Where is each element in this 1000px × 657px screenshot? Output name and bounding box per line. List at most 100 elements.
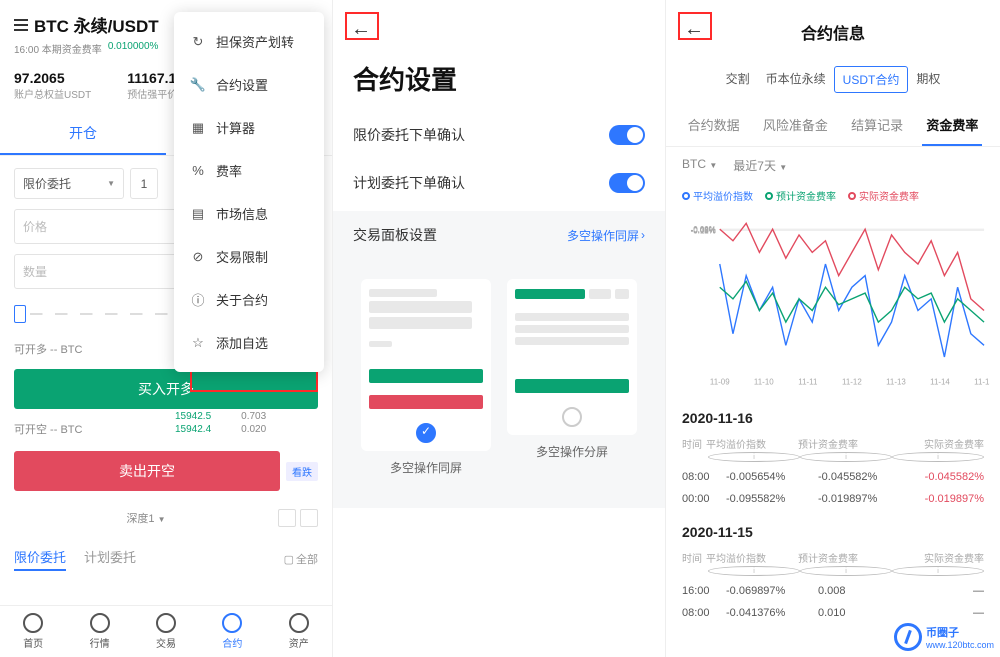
bear-tag[interactable]: 看跌 — [286, 462, 318, 481]
menu-icon: ☆ — [190, 335, 206, 351]
wallet-icon — [289, 613, 309, 633]
table-header: 时间 平均溢价指数i 预计资金费率i 实际资金费率i — [666, 546, 1000, 580]
nav-trade[interactable]: 交易 — [156, 613, 176, 650]
orderbook-layout-icons[interactable] — [278, 509, 318, 527]
menu-item[interactable]: ▦计算器 — [174, 106, 324, 149]
menu-item[interactable]: ⓘ关于合约 — [174, 278, 324, 321]
menu-icon[interactable] — [14, 19, 28, 31]
plan-confirm-toggle[interactable] — [609, 173, 645, 193]
svg-text:11-12: 11-12 — [842, 377, 862, 386]
menu-icon: ⓘ — [190, 292, 206, 308]
range-filter[interactable]: 最近7天 ▼ — [733, 157, 787, 174]
menu-item[interactable]: 🔧合约设置 — [174, 63, 324, 106]
contract-type-segment: 交割 币本位永续 USDT合约 期权 — [666, 58, 1000, 107]
layout-split-label: 多空操作分屏 — [507, 435, 637, 472]
back-button[interactable]: ← — [684, 18, 704, 41]
svg-text:11-11: 11-11 — [798, 377, 818, 386]
tab-limit-orders[interactable]: 限价委托 — [14, 547, 66, 571]
layout-option-split-screen[interactable] — [507, 279, 637, 435]
liq-label: 预估强平价 — [127, 86, 177, 101]
nav-contract[interactable]: 合约 — [222, 613, 242, 650]
sell-short-button[interactable]: 卖出开空 — [14, 451, 280, 491]
panel-layout-link[interactable]: 多空操作同屏 › — [567, 225, 645, 245]
tab-settlement[interactable]: 结算记录 — [847, 107, 907, 146]
menu-item[interactable]: ☆添加自选 — [174, 321, 324, 364]
nav-market[interactable]: 行情 — [90, 613, 110, 650]
svg-text:11-10: 11-10 — [754, 377, 774, 386]
menu-item[interactable]: ▤市场信息 — [174, 192, 324, 235]
seg-usdt-contract[interactable]: USDT合约 — [834, 66, 909, 93]
menu-icon: ▦ — [190, 120, 206, 136]
back-button[interactable]: ← — [351, 18, 371, 41]
compass-icon — [90, 613, 110, 633]
svg-text:11-14: 11-14 — [930, 377, 950, 386]
info-icon: i — [892, 566, 984, 576]
menu-icon: ▤ — [190, 206, 206, 222]
menu-icon: ⊘ — [190, 249, 206, 265]
leverage-select[interactable]: 1 — [130, 168, 158, 199]
radio-checked-icon — [416, 423, 436, 443]
table-row: 08:00-0.041376%0.010— — [666, 602, 1000, 624]
layout-option-same-screen[interactable] — [361, 279, 491, 451]
legend-actual-rate: 实际资金费率 — [848, 188, 919, 203]
contract-settings-screen: ← 合约设置 限价委托下单确认 计划委托下单确认 交易面板设置 多空操作同屏 › — [333, 0, 666, 657]
limit-confirm-toggle[interactable] — [609, 125, 645, 145]
seg-coin-perp[interactable]: 币本位永续 — [758, 66, 834, 93]
buy-long-button[interactable]: 买入开多 — [14, 369, 318, 409]
settings-title: 合约设置 — [333, 0, 665, 115]
swap-icon — [156, 613, 176, 633]
menu-icon: ↻ — [190, 34, 206, 50]
legend-premium-index: 平均溢价指数 — [682, 188, 753, 203]
seg-option[interactable]: 期权 — [908, 66, 948, 93]
seg-delivery[interactable]: 交割 — [718, 66, 758, 93]
svg-text:11-13: 11-13 — [886, 377, 906, 386]
more-menu: ↻担保资产划转🔧合约设置▦计算器%费率▤市场信息⊘交易限制ⓘ关于合约☆添加自选 — [174, 12, 324, 372]
table-header: 时间 平均溢价指数i 预计资金费率i 实际资金费率i — [666, 432, 1000, 466]
chevron-down-icon: ▼ — [107, 179, 115, 188]
view-all-orders[interactable]: ▢ 全部 — [284, 547, 318, 571]
info-icon: i — [800, 566, 892, 576]
nav-asset[interactable]: 资产 — [289, 613, 309, 650]
coin-filter[interactable]: BTC ▼ — [682, 157, 717, 174]
funding-rate-chart: 0.00%-0.02%-0.04%-0.06%-0.08%-0.10%-0.12… — [682, 211, 990, 391]
svg-text:11-09: 11-09 — [710, 377, 730, 386]
tab-risk-reserve[interactable]: 风险准备金 — [759, 107, 832, 146]
tab-contract-data[interactable]: 合约数据 — [684, 107, 744, 146]
menu-item[interactable]: %费率 — [174, 149, 324, 192]
pair-name: BTC 永续/USDT — [34, 12, 159, 37]
contract-info-screen: ← 合约信息 交割 币本位永续 USDT合约 期权 合约数据 风险准备金 结算记… — [666, 0, 1000, 657]
info-icon: i — [892, 452, 984, 462]
layout-same-label: 多空操作同屏 — [361, 451, 491, 488]
date-header-1: 2020-11-16 — [666, 396, 1000, 432]
table-row: 00:00-0.095582%-0.019897%-0.019897% — [666, 488, 1000, 510]
contract-icon — [222, 613, 242, 633]
legend-predicted-rate: 预计资金费率 — [765, 188, 836, 203]
tab-open[interactable]: 开仓 — [0, 113, 166, 155]
funding-rate: 0.010000% — [108, 41, 159, 56]
limit-confirm-label: 限价委托下单确认 — [353, 125, 465, 145]
order-type-select[interactable]: 限价委托▼ — [14, 168, 124, 199]
tab-plan-orders[interactable]: 计划委托 — [84, 547, 136, 571]
avail-short: 可开空 -- BTC — [14, 419, 318, 439]
info-icon: i — [708, 452, 800, 462]
orderbook: 15942.50.703 15942.40.020 — [175, 410, 266, 436]
menu-icon: % — [190, 163, 206, 179]
funding-time: 16:00 本期资金费率 — [14, 41, 102, 56]
tab-funding-rate[interactable]: 资金费率 — [922, 107, 982, 146]
liq-price: 11167.1 — [127, 70, 177, 86]
table-row: 16:00-0.069897%0.008— — [666, 580, 1000, 602]
svg-text:-0.12%: -0.12% — [691, 227, 716, 236]
watermark: 币圈子 www.120btc.com — [894, 623, 994, 651]
equity-label: 账户总权益USDT — [14, 86, 91, 101]
logo-icon — [894, 623, 922, 651]
info-icon: i — [800, 452, 892, 462]
panel-layout-label: 交易面板设置 — [353, 225, 437, 245]
depth-select[interactable]: 深度1 ▼ — [126, 510, 165, 526]
menu-item[interactable]: ⊘交易限制 — [174, 235, 324, 278]
nav-home[interactable]: 首页 — [23, 613, 43, 650]
svg-text:11-15: 11-15 — [974, 377, 990, 386]
equity-value: 97.2065 — [14, 70, 91, 86]
table-row: 08:00-0.005654%-0.045582%-0.045582% — [666, 466, 1000, 488]
menu-item[interactable]: ↻担保资产划转 — [174, 20, 324, 63]
flame-icon — [23, 613, 43, 633]
